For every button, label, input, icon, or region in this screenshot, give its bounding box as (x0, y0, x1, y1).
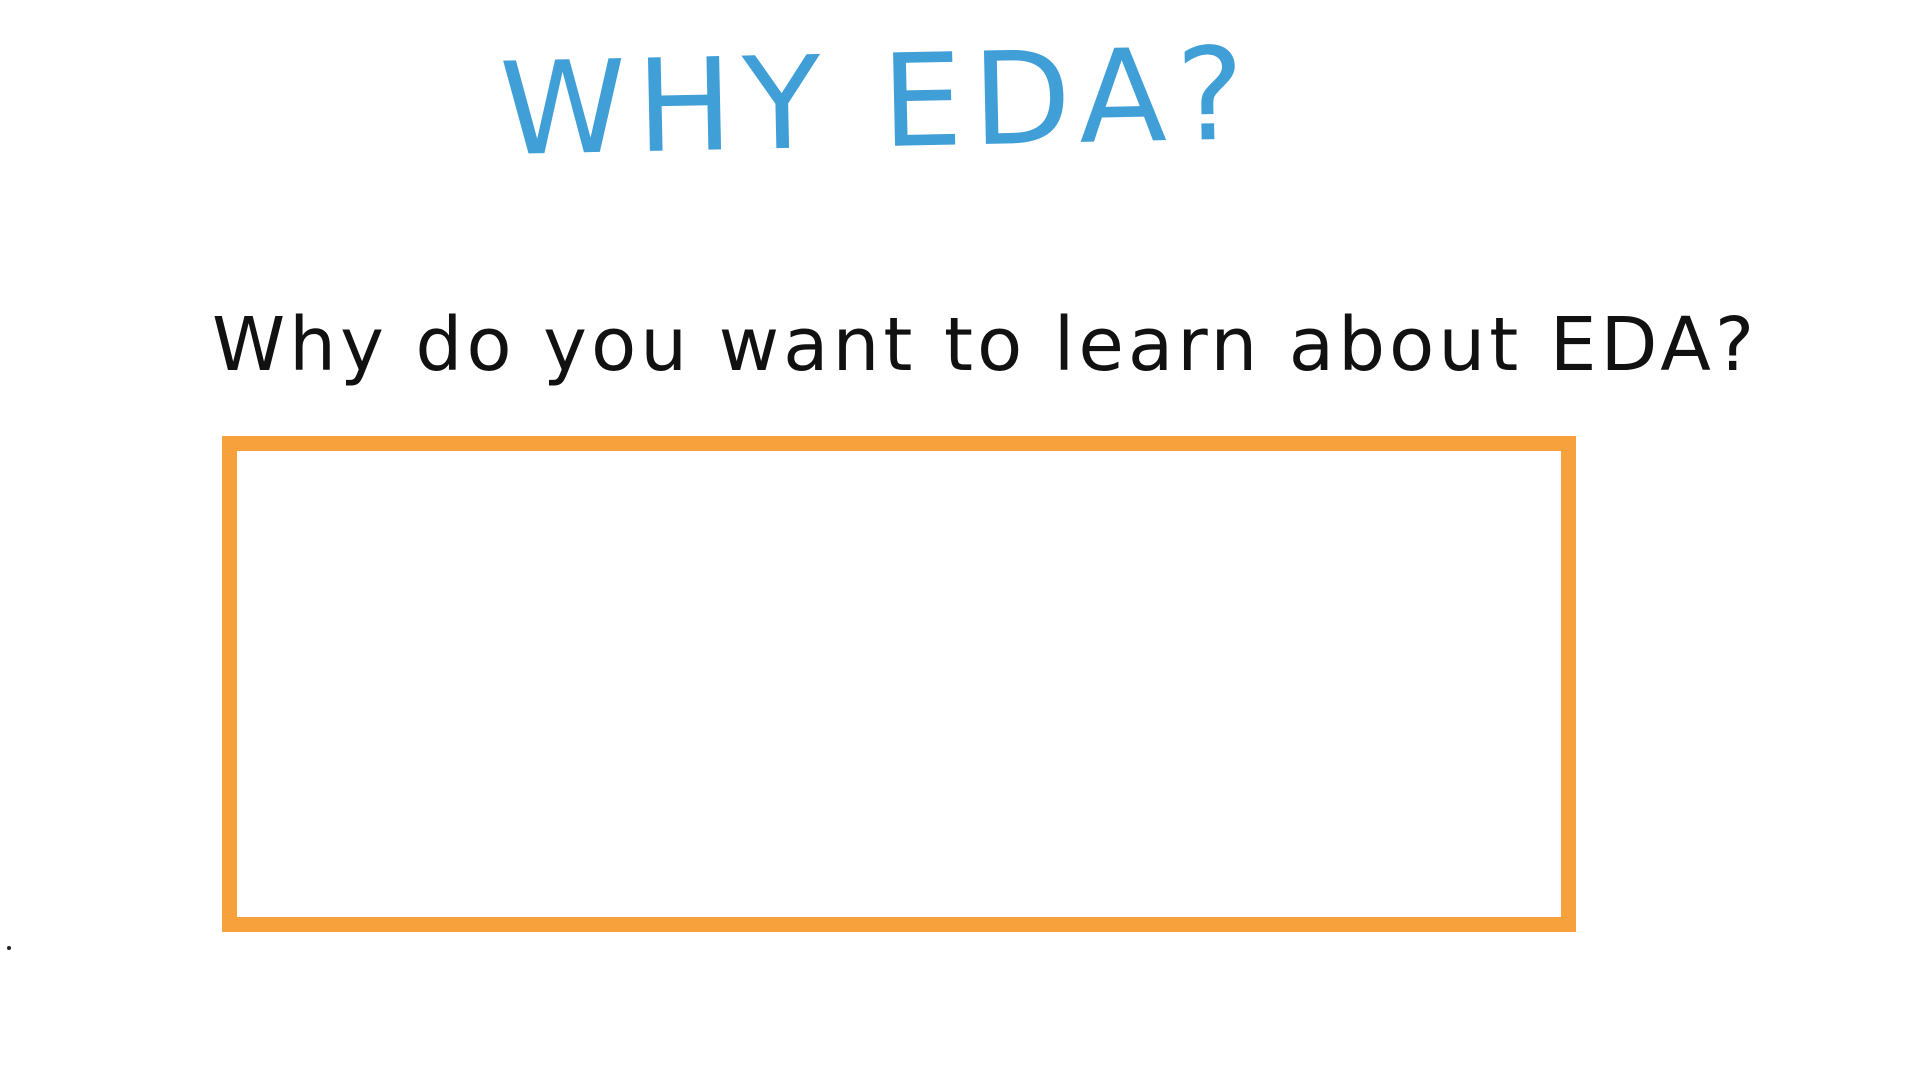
slide-title: WHY EDA? (498, 20, 1256, 185)
answer-text[interactable] (237, 451, 1561, 917)
question-prompt: Why do you want to learn about EDA? (212, 302, 1759, 388)
slide-page: WHY EDA? Why do you want to learn about … (0, 0, 1920, 1080)
ink-speck (7, 946, 11, 950)
answer-box[interactable] (222, 436, 1576, 932)
